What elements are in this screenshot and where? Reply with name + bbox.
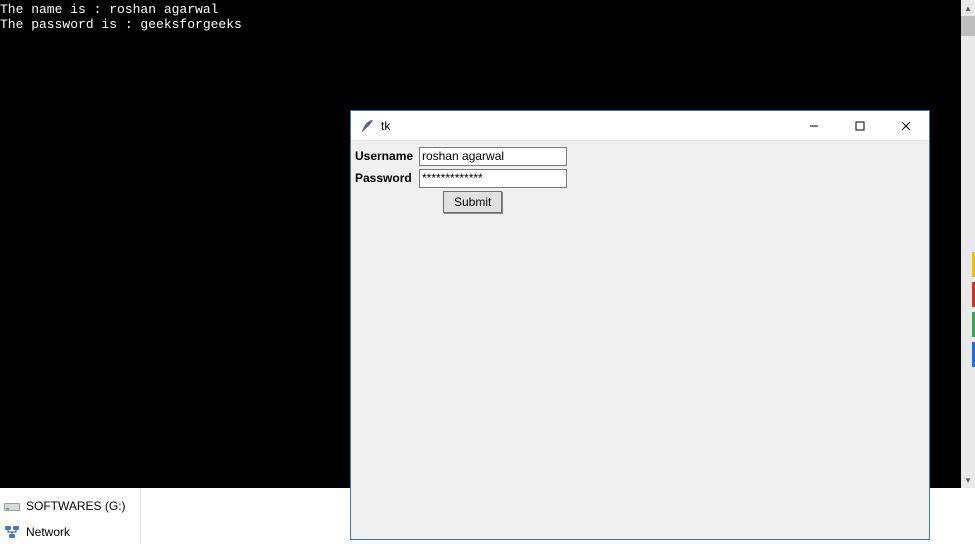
explorer-item-label: Network: [26, 525, 70, 539]
console-vertical-scrollbar[interactable]: ▴ ▾: [961, 0, 975, 488]
password-input[interactable]: [419, 169, 567, 188]
window-title: tk: [381, 119, 791, 133]
scroll-up-arrow-icon[interactable]: ▴: [961, 0, 975, 16]
maximize-button[interactable]: [837, 111, 883, 141]
network-icon: [4, 525, 20, 539]
console-line: The name is : roshan agarwal: [0, 2, 218, 17]
password-label: Password: [355, 171, 419, 185]
tk-feather-icon: [359, 118, 375, 134]
explorer-item-network[interactable]: Network: [0, 521, 140, 543]
explorer-pane-divider: [140, 488, 141, 544]
submit-button[interactable]: Submit: [443, 191, 502, 213]
close-button[interactable]: [883, 111, 929, 141]
tk-client-area: Username Password Submit: [351, 141, 929, 539]
scroll-down-arrow-icon[interactable]: ▾: [961, 472, 975, 488]
explorer-item-label: SOFTWARES (G:): [26, 499, 126, 513]
tk-titlebar[interactable]: tk: [351, 111, 929, 141]
explorer-item-softwares-drive[interactable]: SOFTWARES (G:): [0, 495, 140, 517]
username-label: Username: [355, 149, 419, 163]
scrollbar-thumb[interactable]: [961, 16, 975, 36]
minimize-button[interactable]: [791, 111, 837, 141]
tk-window: tk Username Password: [350, 110, 930, 540]
username-input[interactable]: [419, 147, 567, 166]
drive-icon: [4, 499, 20, 513]
console-line: The password is : geeksforgeeks: [0, 17, 242, 32]
